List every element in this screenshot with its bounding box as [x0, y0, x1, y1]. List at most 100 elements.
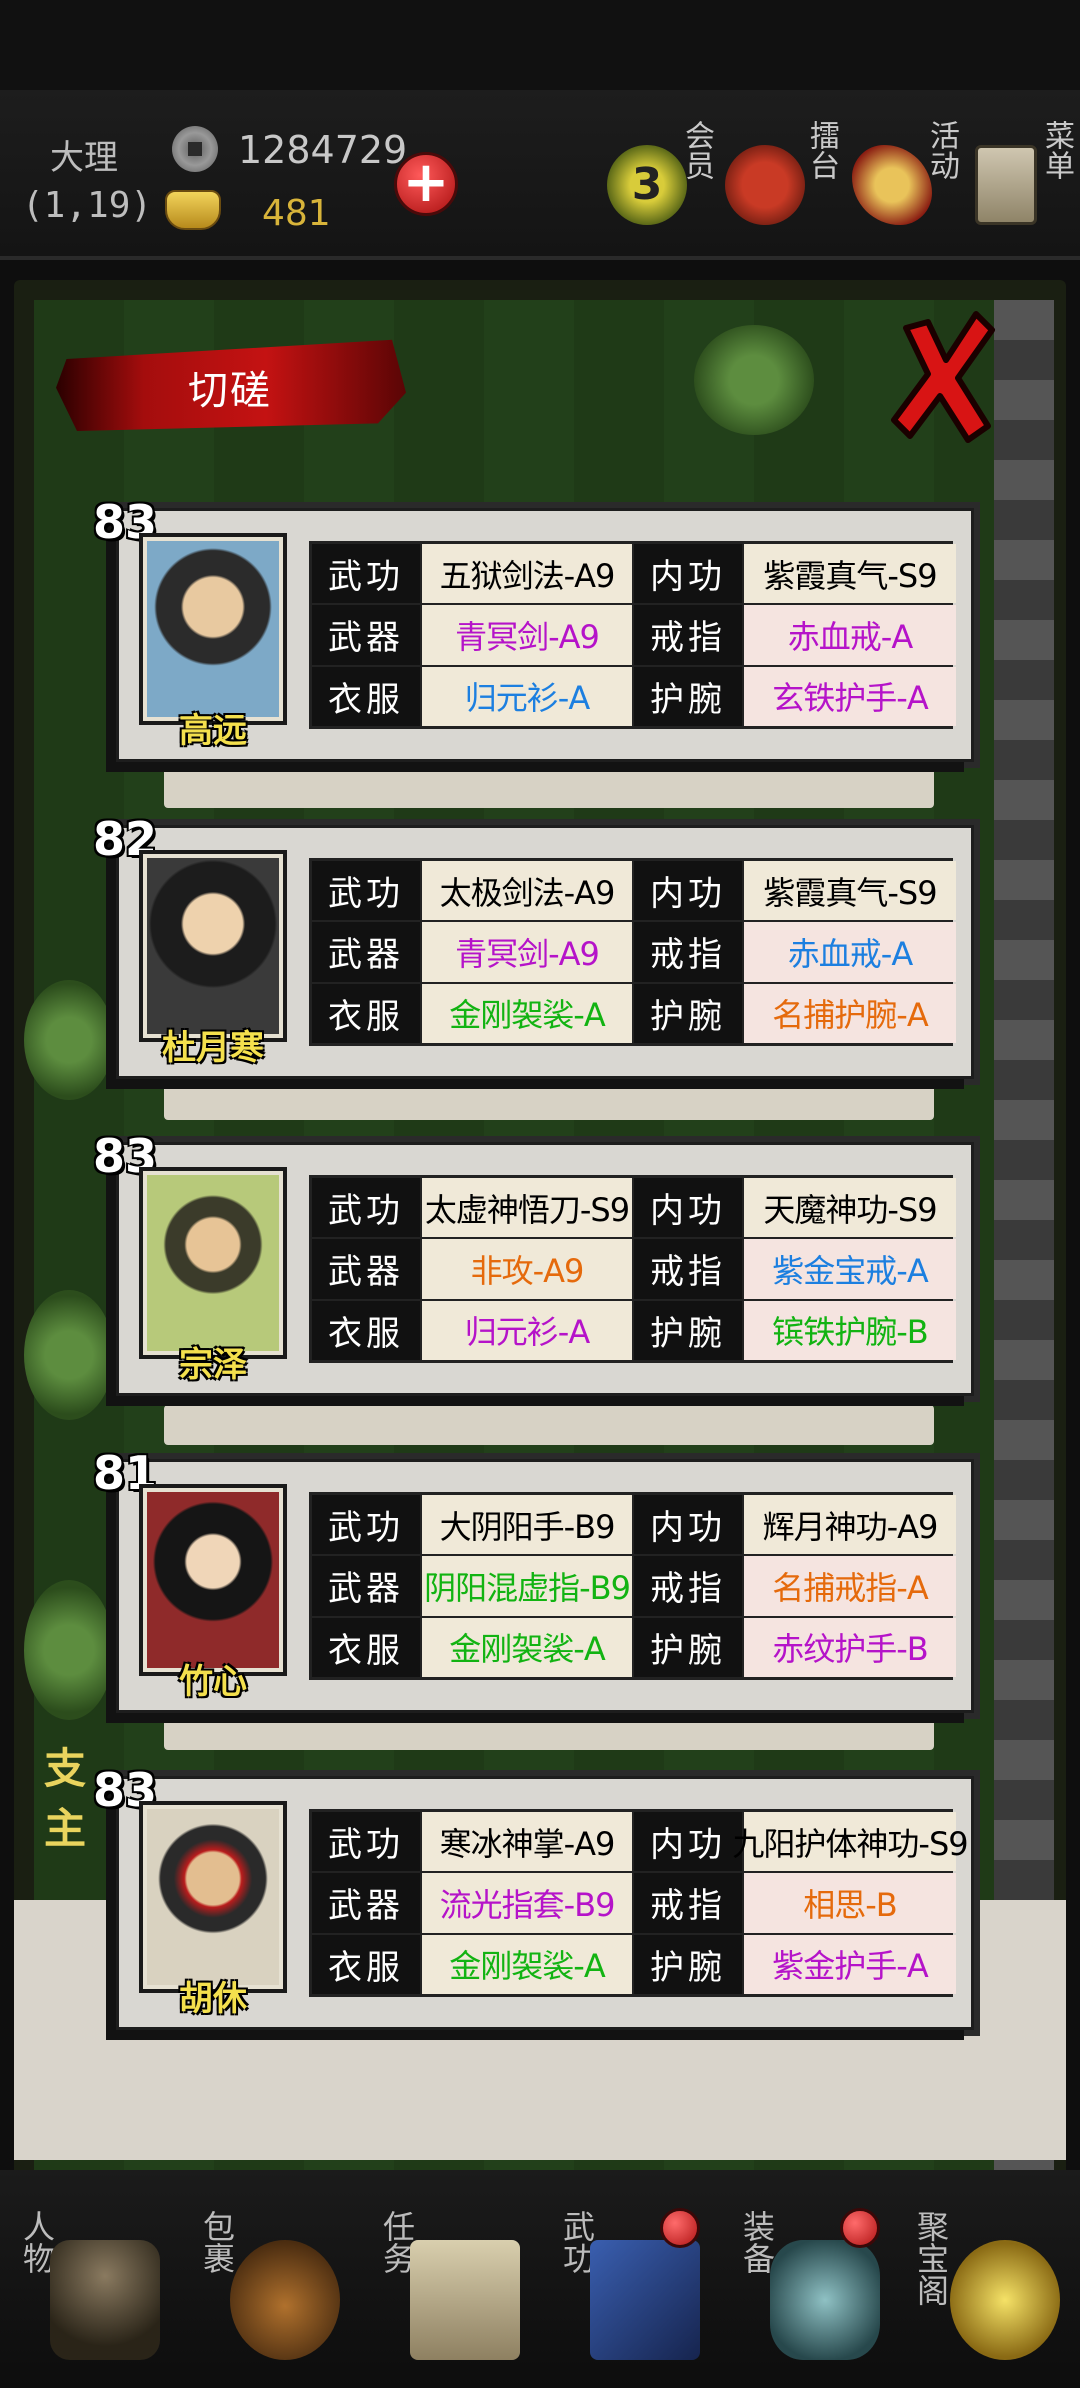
- nav-character[interactable]: 人物: [10, 2200, 170, 2370]
- bag-icon: [230, 2240, 340, 2360]
- character-name: 高远: [179, 711, 247, 751]
- slot-value-kungfu[interactable]: 太虚神悟刀-S9: [422, 1178, 632, 1238]
- map-strip: [164, 768, 934, 808]
- slot-label-weapon: 武器: [312, 922, 420, 982]
- slot-label-kungfu: 武功: [312, 1812, 420, 1872]
- treasure-icon: [950, 2240, 1060, 2360]
- nav-treasure[interactable]: 聚宝阁: [910, 2200, 1070, 2370]
- character-card[interactable]: 83 胡休 武功 寒冰神掌-A9 内功 九阳护体神功-S9 武器 流光指套-B9 戒指 相思-B 衣…: [93, 1763, 974, 2030]
- slot-label-bracer: 护腕: [634, 1934, 742, 1994]
- slot-value-inner[interactable]: 天魔神功-S9: [744, 1178, 956, 1238]
- status-bar: [0, 0, 1080, 90]
- slot-value-kungfu[interactable]: 五狱剑法-A9: [422, 544, 632, 604]
- nav-martial[interactable]: 武功: [550, 2200, 710, 2370]
- quest-scroll-icon: [410, 2240, 520, 2360]
- slot-label-clothes: 衣服: [312, 1934, 420, 1994]
- slot-label-weapon: 武器: [312, 1556, 420, 1616]
- slot-label-ring: 戒指: [634, 605, 742, 665]
- slot-value-weapon[interactable]: 青冥剑-A9: [422, 922, 632, 982]
- slot-value-inner[interactable]: 紫霞真气-S9: [744, 544, 956, 604]
- slot-label-inner: 内功: [634, 1812, 742, 1872]
- slot-label-clothes: 衣服: [312, 983, 420, 1043]
- slot-value-bracer[interactable]: 镔铁护腕-B: [744, 1300, 956, 1360]
- slot-value-clothes[interactable]: 金刚袈裟-A: [422, 1934, 632, 1994]
- map-strip: [164, 1080, 934, 1120]
- slot-value-weapon[interactable]: 阴阳混虚指-B9: [422, 1556, 632, 1616]
- slot-value-bracer[interactable]: 紫金护手-A: [744, 1934, 956, 1994]
- main-quest-tag[interactable]: 主: [44, 1795, 86, 1856]
- bush-icon: [24, 1580, 114, 1720]
- character-card[interactable]: 83 宗泽 武功 太虚神悟刀-S9 内功 天魔神功-S9 武器 非攻-A9 戒指 紫金宝戒-A 衣服…: [93, 1129, 974, 1396]
- equipment-grid: 武功 五狱剑法-A9 内功 紫霞真气-S9 武器 青冥剑-A9 戒指 赤血戒-A 衣服 归元衫-A…: [309, 541, 956, 729]
- slot-value-weapon[interactable]: 非攻-A9: [422, 1239, 632, 1299]
- character-portrait[interactable]: [139, 850, 287, 1042]
- silver-coin-icon: [172, 126, 218, 172]
- character-card[interactable]: 82 杜月寒 武功 太极剑法-A9 内功 紫霞真气-S9 武器 青冥剑-A9 戒指 赤血戒-A 衣服…: [93, 812, 974, 1079]
- slot-label-inner: 内功: [634, 1178, 742, 1238]
- nav-martial-label: 武功: [558, 2210, 596, 2274]
- arena-icon[interactable]: [725, 145, 805, 225]
- notification-dot: [840, 2208, 880, 2248]
- nav-quest[interactable]: 任务: [370, 2200, 530, 2370]
- slot-value-kungfu[interactable]: 太极剑法-A9: [422, 861, 632, 921]
- slot-value-ring[interactable]: 相思-B: [744, 1873, 956, 1933]
- location-coords: (1,19): [22, 185, 153, 226]
- character-name: 竹心: [179, 1662, 247, 1702]
- slot-label-kungfu: 武功: [312, 1495, 420, 1555]
- add-currency-button[interactable]: +: [394, 152, 458, 216]
- equipment-grid: 武功 大阴阳手-B9 内功 辉月神功-A9 武器 阴阳混虚指-B9 戒指 名捕戒指-A 衣服 金刚…: [309, 1492, 956, 1680]
- slot-label-bracer: 护腕: [634, 983, 742, 1043]
- slot-value-kungfu[interactable]: 大阴阳手-B9: [422, 1495, 632, 1555]
- bush-icon: [24, 1290, 114, 1420]
- slot-value-weapon[interactable]: 青冥剑-A9: [422, 605, 632, 665]
- menu-label: 菜单: [1039, 120, 1074, 180]
- map-wall: [994, 300, 1054, 2180]
- slot-value-ring[interactable]: 赤血戒-A: [744, 922, 956, 982]
- nav-character-label: 人物: [18, 2210, 56, 2274]
- character-name: 宗泽: [179, 1345, 247, 1385]
- slot-value-inner[interactable]: 紫霞真气-S9: [744, 861, 956, 921]
- character-icon: [50, 2240, 160, 2360]
- slot-value-clothes[interactable]: 金刚袈裟-A: [422, 1617, 632, 1677]
- side-quest-tag[interactable]: 支: [44, 1735, 86, 1796]
- slot-label-inner: 内功: [634, 861, 742, 921]
- martial-book-icon: [590, 2240, 700, 2360]
- slot-value-bracer[interactable]: 名捕护腕-A: [744, 983, 956, 1043]
- slot-value-clothes[interactable]: 归元衫-A: [422, 666, 632, 726]
- character-portrait[interactable]: [139, 1484, 287, 1676]
- slot-value-clothes[interactable]: 归元衫-A: [422, 1300, 632, 1360]
- nav-bag[interactable]: 包裹: [190, 2200, 350, 2370]
- character-card[interactable]: 81 竹心 武功 大阴阳手-B9 内功 辉月神功-A9 武器 阴阳混虚指-B9 戒指 名捕戒指-A…: [93, 1446, 974, 1713]
- slot-value-weapon[interactable]: 流光指套-B9: [422, 1873, 632, 1933]
- map-strip: [164, 1710, 934, 1750]
- slot-value-clothes[interactable]: 金刚袈裟-A: [422, 983, 632, 1043]
- character-name: 胡休: [179, 1979, 247, 2019]
- slot-value-inner[interactable]: 九阳护体神功-S9: [732, 1812, 969, 1872]
- map-strip: [164, 1405, 934, 1445]
- character-portrait[interactable]: [139, 1167, 287, 1359]
- character-portrait[interactable]: [139, 533, 287, 725]
- nav-equipment[interactable]: 装备: [730, 2200, 890, 2370]
- equipment-icon: [770, 2240, 880, 2360]
- dialog-title: 切磋: [188, 368, 272, 414]
- slot-value-bracer[interactable]: 赤纹护手-B: [744, 1617, 956, 1677]
- slot-label-kungfu: 武功: [312, 544, 420, 604]
- close-icon[interactable]: [888, 308, 998, 448]
- slot-value-ring[interactable]: 赤血戒-A: [744, 605, 956, 665]
- vip-label: 会员: [679, 120, 714, 180]
- character-portrait[interactable]: [139, 1801, 287, 1993]
- equipment-grid: 武功 太极剑法-A9 内功 紫霞真气-S9 武器 青冥剑-A9 戒指 赤血戒-A 衣服 金刚袈裟-…: [309, 858, 956, 1046]
- vip-icon[interactable]: 3: [607, 145, 687, 225]
- slot-value-inner[interactable]: 辉月神功-A9: [744, 1495, 956, 1555]
- character-card[interactable]: 83 高远 武功 五狱剑法-A9 内功 紫霞真气-S9 武器 青冥剑-A9 戒指 赤血戒-A 衣服归…: [93, 495, 974, 762]
- menu-scroll-icon[interactable]: [975, 145, 1037, 225]
- slot-value-ring[interactable]: 紫金宝戒-A: [744, 1239, 956, 1299]
- gold-amount: 481: [262, 193, 331, 234]
- bottom-nav: 人物 包裹 任务 武功 装备 聚宝阁: [0, 2170, 1080, 2388]
- slot-label-inner: 内功: [634, 544, 742, 604]
- slot-label-bracer: 护腕: [634, 666, 742, 726]
- slot-value-kungfu[interactable]: 寒冰神掌-A9: [422, 1812, 632, 1872]
- slot-value-ring[interactable]: 名捕戒指-A: [744, 1556, 956, 1616]
- slot-value-bracer[interactable]: 玄铁护手-A: [744, 666, 956, 726]
- equipment-grid: 武功 太虚神悟刀-S9 内功 天魔神功-S9 武器 非攻-A9 戒指 紫金宝戒-A 衣服 归元衫-…: [309, 1175, 956, 1363]
